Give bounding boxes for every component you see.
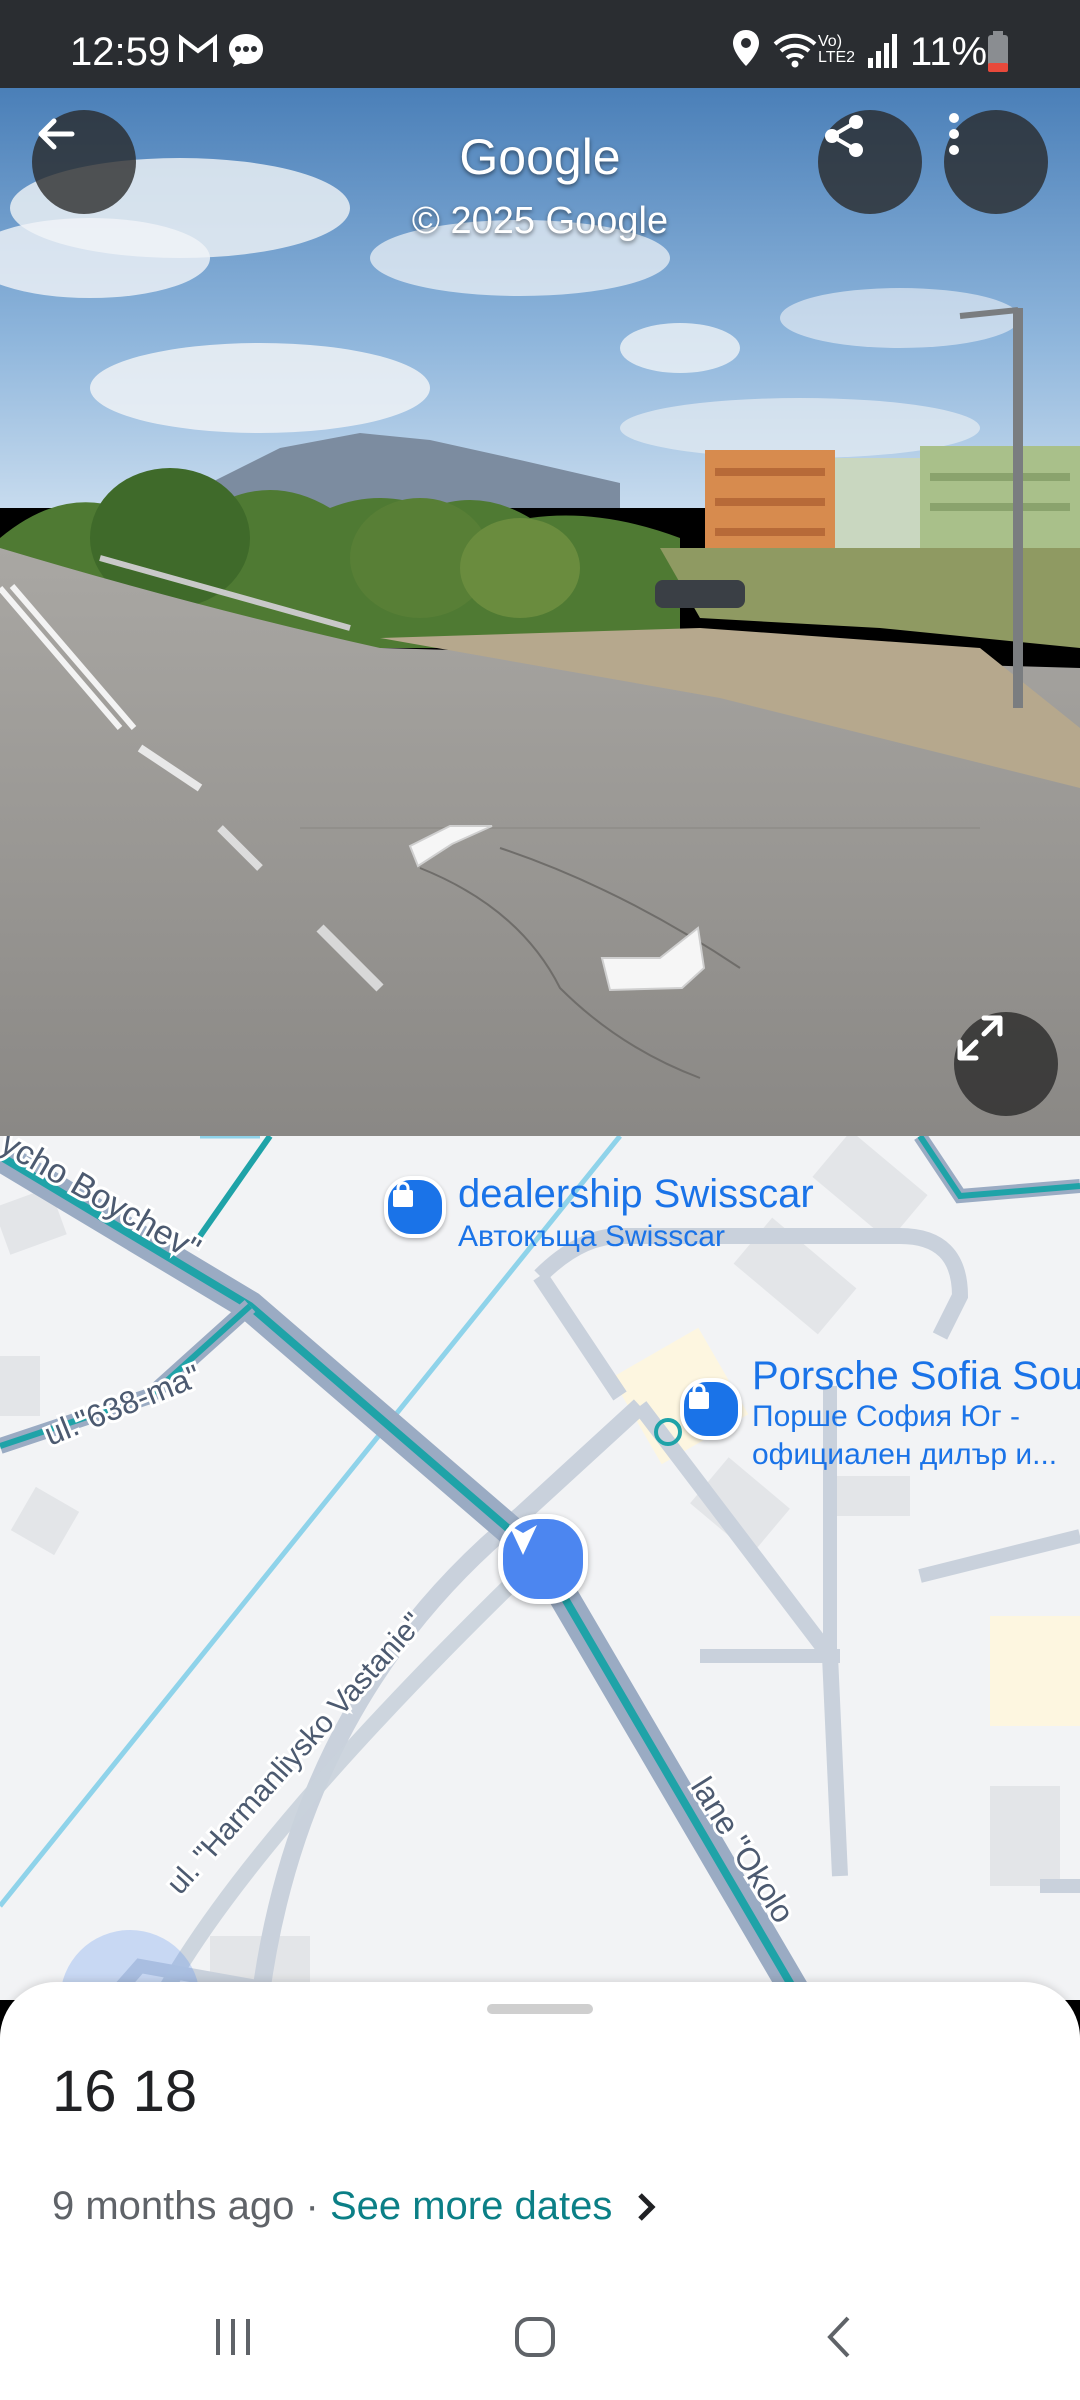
poi-pin-swisscar[interactable] (384, 1176, 446, 1238)
share-button[interactable] (818, 110, 922, 214)
gmail-icon (178, 32, 218, 71)
current-view-marker[interactable] (498, 1514, 588, 1604)
chevron-right-icon[interactable] (634, 2189, 658, 2225)
see-more-dates-link[interactable]: See more dates (330, 2184, 612, 2229)
capture-date: 9 months ago (52, 2184, 295, 2228)
battery-icon (986, 30, 1010, 79)
date-row: 9 months ago · See more dates (52, 2184, 658, 2229)
sheet-title: 16 18 (52, 2059, 198, 2124)
poi-subtitle-swisscar: Автокъща Swisscar (458, 1220, 725, 1253)
sheet-drag-handle[interactable] (487, 2004, 593, 2014)
messages-icon (226, 30, 266, 75)
location-icon (730, 28, 762, 73)
poi-title-swisscar[interactable]: dealership Swisscar (458, 1172, 814, 1217)
street-view-copyright: © 2025 Google (411, 200, 669, 242)
fullscreen-button[interactable] (954, 1012, 1058, 1116)
poi-subtitle-porsche-2: официален дилър и... (752, 1438, 1058, 1471)
signal-icon (866, 30, 898, 75)
volte-icon: Vo) LTE2 (818, 33, 856, 66)
poi-pin-porsche[interactable] (680, 1378, 742, 1440)
home-icon[interactable] (512, 2314, 558, 2365)
more-options-button[interactable] (944, 110, 1048, 214)
poi-title-porsche[interactable]: Porsche Sofia Sou (752, 1354, 1080, 1399)
recents-icon[interactable] (210, 2314, 256, 2365)
road-label-638-ma: ul."638-ma" (39, 1357, 205, 1452)
map-view[interactable]: ycho Boychev" ul."638-ma" ul. "Harmanliy… (0, 1136, 1080, 2000)
street-view-image (0, 88, 1080, 1136)
back-icon[interactable] (818, 2314, 864, 2365)
system-nav-bar (0, 2290, 1080, 2400)
poi-subtitle-porsche-1: Порше София Юг - (752, 1400, 1020, 1433)
status-time: 12:59 (70, 30, 171, 74)
battery-percent: 11% (910, 30, 988, 74)
status-bar: 12:59 Vo) LTE2 11% (0, 0, 1080, 88)
street-view-panorama[interactable]: Google © 2025 Google (0, 88, 1080, 1136)
wifi-icon (772, 30, 818, 75)
date-separator: · (294, 2184, 330, 2228)
